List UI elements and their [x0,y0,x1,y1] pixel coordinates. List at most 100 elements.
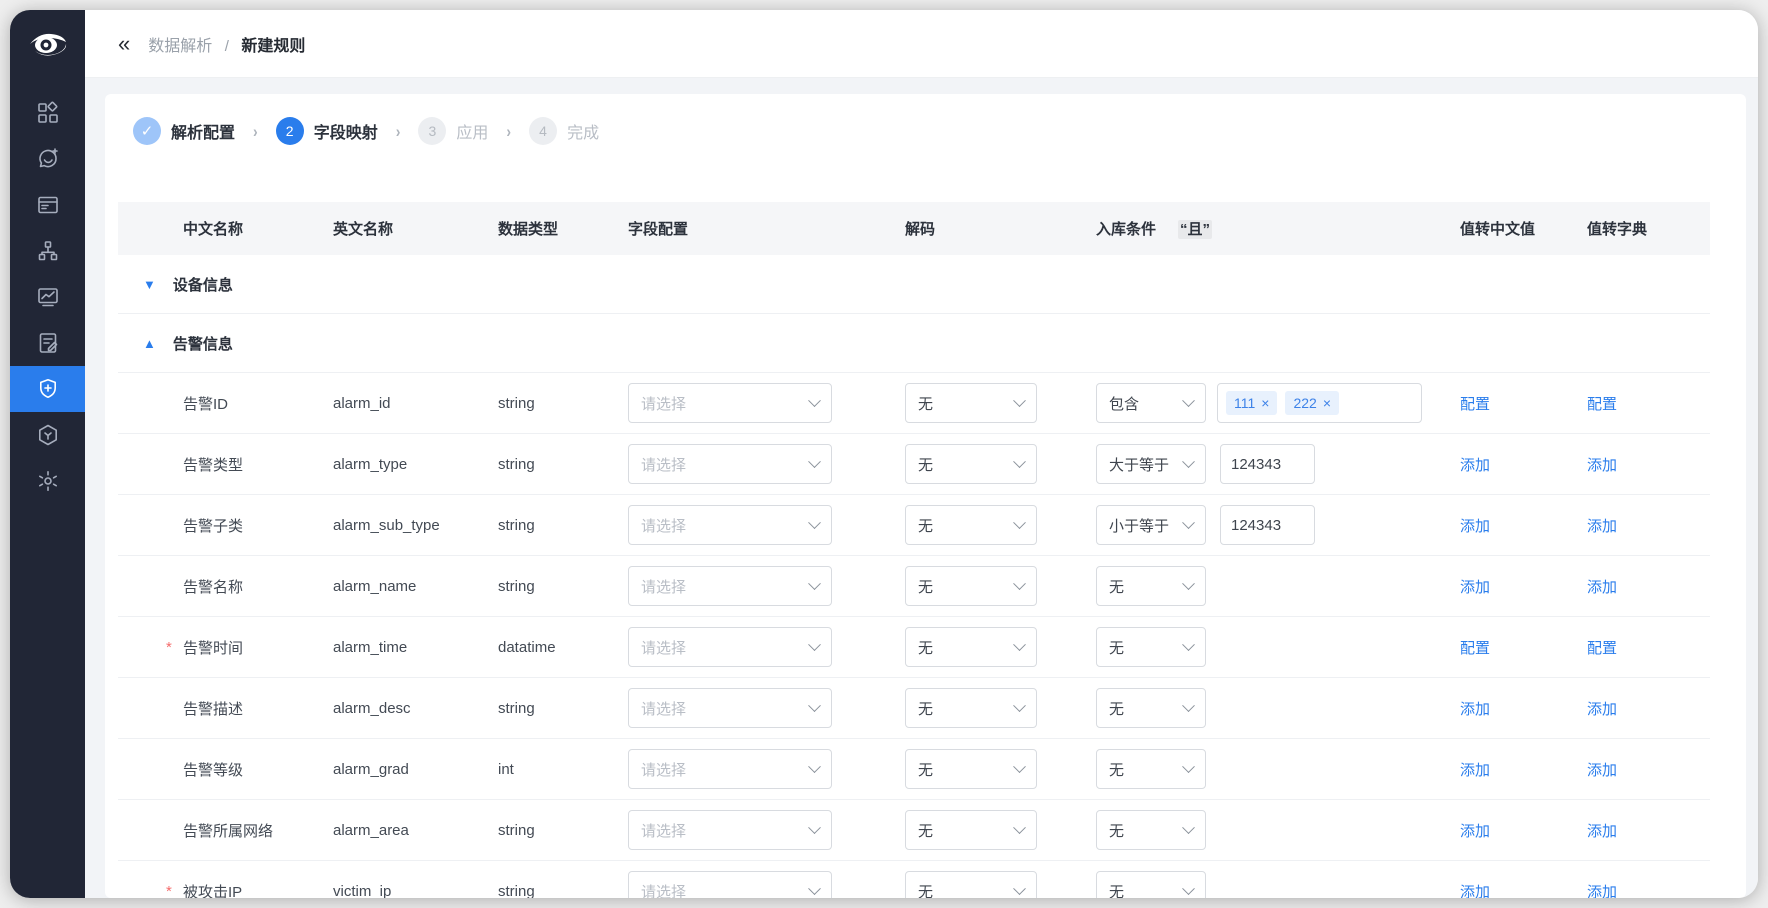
decode-select[interactable]: 无 [905,688,1037,728]
step-item[interactable]: 2 字段映射 [276,117,378,145]
to-cn-action-link[interactable]: 添加 [1460,762,1490,779]
field-config-select[interactable]: 请选择 [628,383,832,423]
sidebar-item-edit-document[interactable] [10,320,85,366]
to-cn-action-link[interactable]: 添加 [1460,518,1490,535]
condition-op-select[interactable]: 无 [1096,566,1206,606]
breadcrumb-section[interactable]: 数据解析 [148,38,212,55]
step-marker: ✓ [133,117,161,145]
decode-select[interactable]: 无 [905,627,1037,667]
ai-chat-icon [36,147,60,171]
to-dict-action-link[interactable]: 添加 [1587,518,1617,535]
field-cn-name: 告警子类 [183,518,243,535]
field-config-select[interactable]: 请选择 [628,505,832,545]
decode-select[interactable]: 无 [905,505,1037,545]
condition-tags-input[interactable]: 111 × 222 × [1217,383,1422,423]
sidebar-item-window-panel[interactable] [10,182,85,228]
condition-value-input[interactable] [1220,444,1315,484]
chevron-down-icon [1013,760,1026,773]
sidebar-item-ai-chat[interactable] [10,136,85,182]
to-dict-action-link[interactable]: 添加 [1587,579,1617,596]
field-config-select[interactable]: 请选择 [628,688,832,728]
to-dict-action-link[interactable]: 添加 [1587,823,1617,840]
field-config-select-value: 请选择 [641,759,686,780]
field-data-type: string [498,822,628,839]
to-dict-action-link[interactable]: 添加 [1587,884,1617,899]
col-header-condition: 入库条件“且” [1096,218,1460,239]
condition-op-select[interactable]: 无 [1096,688,1206,728]
decode-select[interactable]: 无 [905,383,1037,423]
group-toggle[interactable]: ▼ 设备信息 [118,274,233,295]
sitemap-icon [36,239,60,263]
decode-select[interactable]: 无 [905,749,1037,789]
chevron-down-icon [808,699,821,712]
condition-op-select[interactable]: 小于等于 [1096,505,1206,545]
field-config-select[interactable]: 请选择 [628,810,832,850]
table-row: 告警所属网络 alarm_area string 请选择 无 无 添加 添加 [118,800,1710,861]
to-cn-action-link[interactable]: 配置 [1460,396,1490,413]
decode-select[interactable]: 无 [905,444,1037,484]
field-config-select[interactable]: 请选择 [628,566,832,606]
condition-value-input[interactable] [1220,505,1315,545]
sidebar-item-settings-gear[interactable] [10,458,85,504]
decode-select-value: 无 [918,515,933,536]
table-row: 告警类型 alarm_type string 请选择 无 大于等于 添加 添加 [118,434,1710,495]
condition-op-select[interactable]: 包含 [1096,383,1206,423]
condition-op-select[interactable]: 无 [1096,627,1206,667]
sidebar-item-dashboard-grid[interactable] [10,90,85,136]
chevron-down-icon [808,394,821,407]
field-config-select[interactable]: 请选择 [628,749,832,789]
condition-op-value: 包含 [1109,393,1139,414]
step-item[interactable]: 4 完成 [529,117,599,145]
decode-select[interactable]: 无 [905,810,1037,850]
chevron-down-icon [1182,577,1195,590]
to-dict-action-link[interactable]: 配置 [1587,396,1617,413]
group-toggle[interactable]: ▲ 告警信息 [118,333,233,354]
sidebar-item-shield-plus[interactable] [10,366,85,412]
condition-op-select[interactable]: 无 [1096,871,1206,898]
step-item[interactable]: ✓ 解析配置 [133,117,235,145]
decode-select[interactable]: 无 [905,566,1037,606]
decode-select[interactable]: 无 [905,871,1037,898]
chevron-down-icon [1013,394,1026,407]
sidebar-item-hexagon-shield[interactable] [10,412,85,458]
sidebar-item-monitor-chart[interactable] [10,274,85,320]
rule-card: ✓ 解析配置 › 2 字段映射 › 3 应用 › 4 完成 中文名称 英文名称 … [105,94,1746,898]
app-logo[interactable] [10,10,85,82]
tag-close-icon[interactable]: × [1323,395,1331,411]
decode-select-value: 无 [918,881,933,899]
condition-op-select[interactable]: 无 [1096,749,1206,789]
step-item[interactable]: 3 应用 [418,117,488,145]
condition-op-value: 无 [1109,820,1124,841]
field-cn-name: 告警等级 [183,762,243,779]
condition-tag: 111 × [1226,391,1277,415]
collapse-sidebar-icon[interactable]: « [118,33,130,55]
field-en-name: alarm_name [333,578,498,595]
to-cn-action-link[interactable]: 配置 [1460,640,1490,657]
to-cn-action-link[interactable]: 添加 [1460,884,1490,899]
field-config-select[interactable]: 请选择 [628,871,832,898]
to-cn-action-link[interactable]: 添加 [1460,823,1490,840]
to-cn-action-link[interactable]: 添加 [1460,701,1490,718]
field-data-type: string [498,456,628,473]
chevron-down-icon [1182,394,1195,407]
to-dict-action-link[interactable]: 添加 [1587,457,1617,474]
field-config-select[interactable]: 请选择 [628,444,832,484]
group-triangle-icon: ▲ [143,337,156,350]
dashboard-grid-icon [36,101,60,125]
to-cn-action-link[interactable]: 添加 [1460,457,1490,474]
col-header-en: 英文名称 [333,218,498,239]
field-config-select[interactable]: 请选择 [628,627,832,667]
to-dict-action-link[interactable]: 添加 [1587,701,1617,718]
sidebar-item-sitemap[interactable] [10,228,85,274]
field-cn-name: 告警所属网络 [183,823,273,840]
condition-op-select[interactable]: 大于等于 [1096,444,1206,484]
tag-close-icon[interactable]: × [1261,395,1269,411]
chevron-down-icon [1182,699,1195,712]
chevron-down-icon [1182,455,1195,468]
to-dict-action-link[interactable]: 添加 [1587,762,1617,779]
required-mark: * [166,883,172,899]
field-data-type: string [498,395,628,412]
condition-op-select[interactable]: 无 [1096,810,1206,850]
to-cn-action-link[interactable]: 添加 [1460,579,1490,596]
to-dict-action-link[interactable]: 配置 [1587,640,1617,657]
